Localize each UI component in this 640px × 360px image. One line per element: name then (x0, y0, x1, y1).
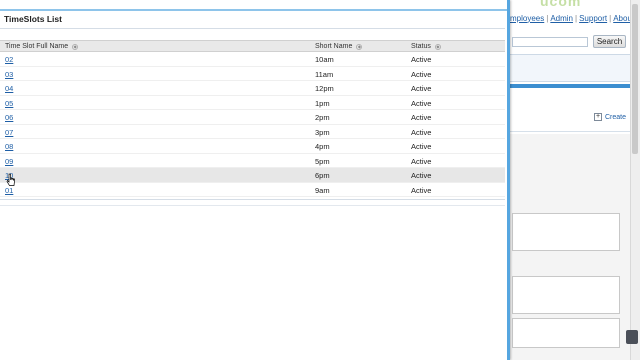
column-header-status[interactable]: Status ◆ (411, 42, 441, 51)
search-input[interactable] (512, 37, 588, 47)
taskbar-corner-icon (626, 330, 638, 344)
nav-separator: | (546, 13, 549, 23)
sort-icon[interactable]: ◆ (434, 43, 441, 50)
timeslot-name-link[interactable]: 07 (5, 128, 13, 137)
column-header-short-name[interactable]: Short Name ◆ (315, 42, 363, 51)
column-header-label: Short Name (315, 43, 353, 50)
status-cell: Active (411, 171, 432, 180)
table-row: 05 1pm Active (0, 96, 505, 110)
nav-separator: | (575, 13, 578, 23)
divider (0, 28, 505, 29)
table-row: 07 3pm Active (0, 125, 505, 139)
form-textarea[interactable] (512, 213, 620, 251)
form-textarea[interactable] (512, 318, 620, 348)
timeslot-name-link[interactable]: 05 (5, 99, 13, 108)
table-row: 03 11am Active (0, 67, 505, 81)
scrollbar-thumb[interactable] (632, 4, 638, 154)
form-textarea[interactable] (512, 276, 620, 314)
brand-logo: ucom (540, 0, 636, 6)
create-label: Create (605, 113, 627, 121)
table-row: 10 6pm Active (0, 168, 505, 183)
column-header-label: Status (411, 43, 431, 50)
timeslot-name-link[interactable]: 03 (5, 70, 13, 79)
divider (0, 199, 505, 200)
table-row: 01 9am Active (0, 183, 505, 197)
status-cell: Active (411, 113, 432, 122)
short-name-cell: 11am (315, 69, 334, 79)
short-name-cell: 5pm (315, 156, 330, 166)
status-cell: Active (411, 185, 432, 195)
timeslot-name-link[interactable]: 06 (5, 113, 13, 122)
nav-employees-link[interactable]: mployees (510, 14, 544, 23)
short-name-cell: 12pm (315, 84, 334, 93)
sort-icon[interactable]: ◆ (72, 43, 79, 50)
top-nav: mployees | Admin | Support | About (508, 12, 636, 24)
short-name-cell: 4pm (315, 142, 330, 151)
search-button[interactable]: Search (593, 35, 626, 48)
pointer-cursor-icon (6, 173, 15, 186)
status-cell: Active (411, 98, 432, 108)
short-name-cell: 9am (315, 185, 330, 195)
table-row: 02 10am Active (0, 52, 505, 67)
nav-support-link[interactable]: Support (579, 14, 607, 23)
table-header: Time Slot Full Name ◆ Short Name ◆ Statu… (0, 40, 505, 52)
create-button[interactable]: + Create (594, 113, 626, 121)
section-panel (510, 88, 630, 132)
popup-titlebar (0, 0, 507, 11)
column-header-label: Time Slot Full Name (5, 43, 69, 50)
status-cell: Active (411, 142, 432, 151)
timeslot-name-link[interactable]: 09 (5, 157, 13, 166)
divider (0, 205, 505, 206)
short-name-cell: 6pm (315, 171, 330, 180)
popup-title: TimeSlots List (4, 14, 62, 24)
timeslots-table: 02 10am Active 03 11am Active 04 12pm Ac… (0, 52, 505, 197)
short-name-cell: 1pm (315, 98, 330, 108)
nav-separator: | (609, 13, 612, 23)
timeslot-name-link[interactable]: 04 (5, 84, 13, 93)
header-band (510, 54, 630, 82)
column-header-full-name[interactable]: Time Slot Full Name ◆ (5, 42, 79, 51)
status-cell: Active (411, 55, 432, 64)
table-row: 04 12pm Active (0, 81, 505, 96)
status-cell: Active (411, 84, 432, 93)
short-name-cell: 3pm (315, 127, 330, 137)
status-cell: Active (411, 127, 432, 137)
short-name-cell: 2pm (315, 113, 330, 122)
table-row: 09 5pm Active (0, 154, 505, 168)
timeslots-popup: TimeSlots List Time Slot Full Name ◆ Sho… (0, 0, 510, 360)
sort-icon[interactable]: ◆ (356, 43, 363, 50)
table-row: 06 2pm Active (0, 110, 505, 125)
timeslot-name-link[interactable]: 08 (5, 142, 13, 151)
plus-icon: + (594, 113, 602, 121)
timeslot-name-link[interactable]: 02 (5, 55, 13, 64)
nav-admin-link[interactable]: Admin (550, 14, 573, 23)
status-cell: Active (411, 69, 432, 79)
status-cell: Active (411, 156, 432, 166)
table-row: 08 4pm Active (0, 139, 505, 154)
short-name-cell: 10am (315, 55, 334, 64)
